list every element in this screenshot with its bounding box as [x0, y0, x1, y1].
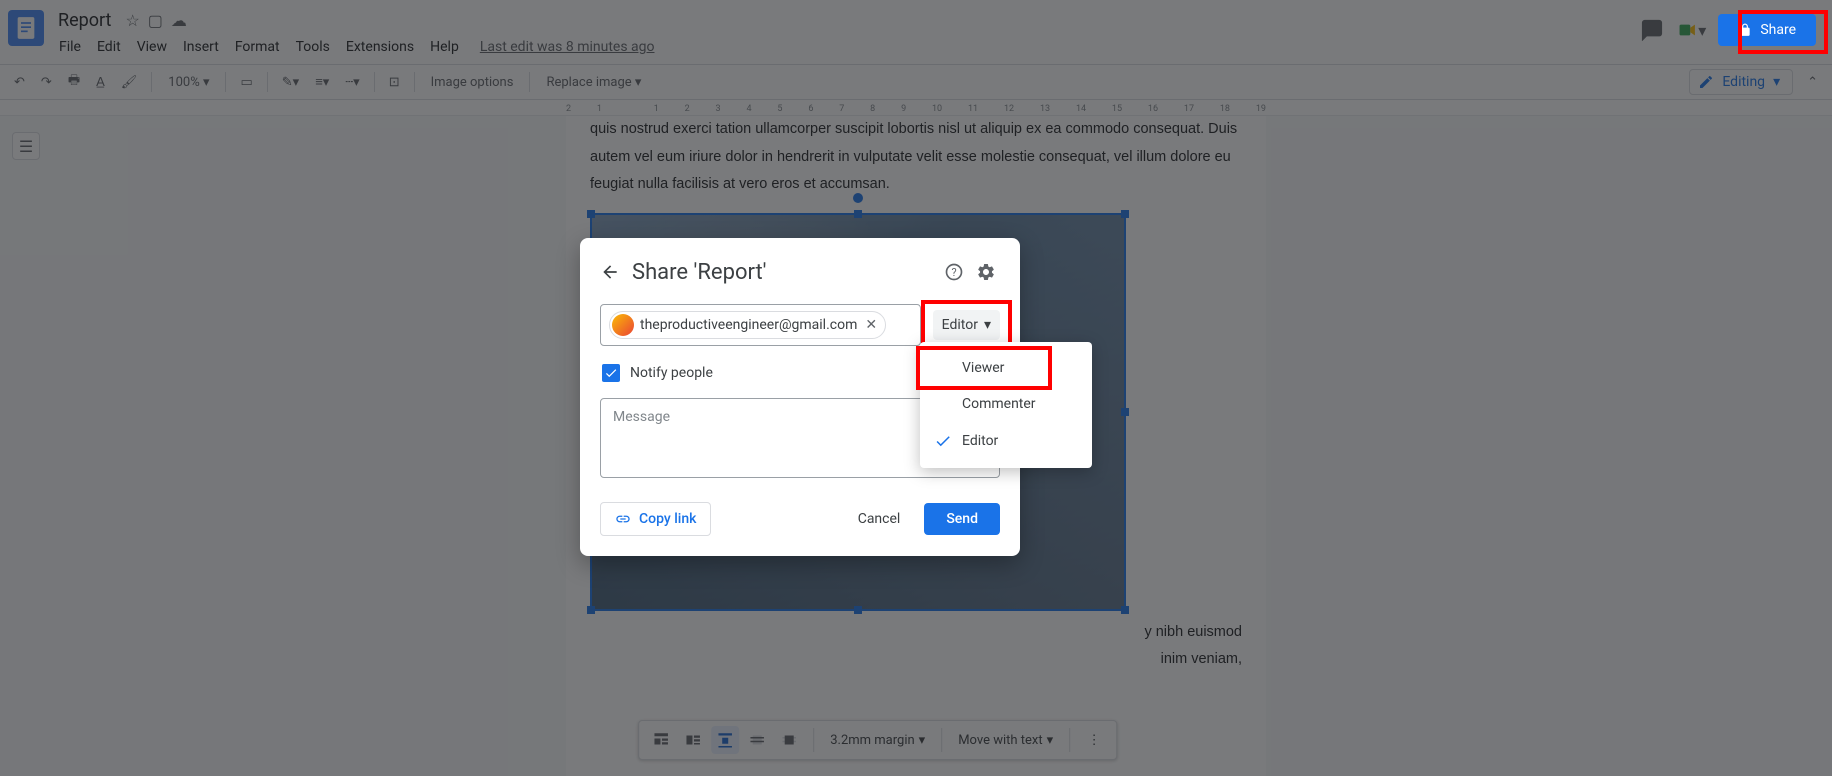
avatar: [612, 314, 634, 336]
comments-icon[interactable]: [1638, 16, 1666, 44]
menu-view[interactable]: View: [130, 35, 174, 59]
image-position-toolbar: 3.2mm margin ▾ Move with text ▾ ⋮: [638, 720, 1117, 760]
line-dash-icon[interactable]: ┄▾: [339, 71, 365, 94]
role-dropdown[interactable]: Editor ▾: [933, 310, 1000, 340]
border-icon[interactable]: ▭: [234, 71, 258, 94]
collapse-toolbar-icon[interactable]: ⌃: [1801, 71, 1824, 94]
inline-icon[interactable]: [647, 726, 675, 754]
last-edit-link[interactable]: Last edit was 8 minutes ago: [480, 39, 655, 55]
rotate-handle[interactable]: [853, 193, 863, 203]
notify-checkbox[interactable]: [602, 364, 620, 382]
image-options-button[interactable]: Image options: [423, 71, 522, 94]
menu-bar: File Edit View Insert Format Tools Exten…: [52, 35, 1638, 59]
menu-tools[interactable]: Tools: [289, 35, 337, 59]
role-option-commenter[interactable]: Commenter: [920, 386, 1092, 422]
send-button[interactable]: Send: [924, 503, 1000, 535]
chevron-down-icon: ▾: [984, 317, 991, 333]
margin-dropdown[interactable]: 3.2mm margin ▾: [824, 733, 931, 748]
editing-mode-dropdown[interactable]: Editing ▾: [1689, 69, 1793, 95]
replace-image-button[interactable]: Replace image ▾: [538, 71, 649, 94]
front-text-icon[interactable]: [775, 726, 803, 754]
pen-icon[interactable]: ✎▾: [276, 71, 305, 94]
role-option-viewer[interactable]: Viewer: [920, 350, 1092, 386]
menu-help[interactable]: Help: [423, 35, 466, 59]
move-icon[interactable]: ▢: [148, 11, 163, 30]
wrap-left-icon[interactable]: [679, 726, 707, 754]
spellcheck-icon[interactable]: A̲: [90, 70, 111, 94]
resize-handle[interactable]: [854, 210, 862, 218]
back-icon[interactable]: [596, 258, 624, 286]
menu-format[interactable]: Format: [228, 35, 287, 59]
resize-handle[interactable]: [1121, 606, 1129, 614]
menu-edit[interactable]: Edit: [90, 35, 128, 59]
menu-insert[interactable]: Insert: [176, 35, 226, 59]
zoom-dropdown[interactable]: 100% ▾: [160, 71, 217, 94]
more-options-icon[interactable]: ⋮: [1080, 726, 1108, 754]
meet-icon[interactable]: ▾: [1678, 16, 1706, 44]
crop-icon[interactable]: ⊡: [383, 71, 406, 94]
share-button[interactable]: Share: [1718, 14, 1816, 46]
resize-handle[interactable]: [587, 210, 595, 218]
cloud-icon[interactable]: ☁: [171, 11, 187, 30]
resize-handle[interactable]: [1121, 210, 1129, 218]
resize-handle[interactable]: [1121, 408, 1129, 416]
star-icon[interactable]: ☆: [125, 11, 139, 30]
dialog-title: Share 'Report': [632, 260, 936, 285]
person-chip[interactable]: theproductiveengineer@gmail.com ✕: [609, 311, 886, 339]
svg-text:?: ?: [951, 266, 956, 279]
print-icon[interactable]: 🖶: [62, 67, 86, 97]
body-fragment: y nibh euismod: [590, 619, 1242, 647]
body-fragment: inim veniam,: [590, 646, 1242, 674]
undo-icon[interactable]: ↶: [8, 71, 31, 94]
paint-format-icon[interactable]: 🖌: [115, 71, 144, 94]
move-with-text-dropdown[interactable]: Move with text ▾: [952, 733, 1059, 748]
docs-app-icon[interactable]: [8, 10, 44, 46]
behind-text-icon[interactable]: [743, 726, 771, 754]
cancel-button[interactable]: Cancel: [846, 503, 913, 535]
check-icon: [934, 432, 958, 450]
remove-chip-icon[interactable]: ✕: [863, 317, 879, 333]
people-input[interactable]: theproductiveengineer@gmail.com ✕: [600, 304, 921, 346]
role-option-editor[interactable]: Editor: [920, 422, 1092, 460]
wrap-break-icon[interactable]: [711, 726, 739, 754]
resize-handle[interactable]: [854, 606, 862, 614]
document-title[interactable]: Report: [52, 8, 117, 33]
menu-extensions[interactable]: Extensions: [339, 35, 421, 59]
body-paragraph: quis nostrud exerci tation ullamcorper s…: [590, 116, 1242, 199]
ruler[interactable]: 2112345678910111213141516171819: [0, 100, 1832, 116]
resize-handle[interactable]: [587, 606, 595, 614]
chip-email: theproductiveengineer@gmail.com: [640, 317, 857, 333]
share-label: Share: [1760, 22, 1796, 38]
settings-icon[interactable]: [972, 258, 1000, 286]
message-placeholder: Message: [613, 409, 670, 425]
role-dropdown-menu: Viewer Commenter Editor: [920, 342, 1092, 468]
redo-icon[interactable]: ↷: [35, 71, 58, 94]
copy-link-button[interactable]: Copy link: [600, 502, 711, 536]
notify-label: Notify people: [630, 365, 713, 381]
outline-toggle-icon[interactable]: ☰: [12, 132, 40, 160]
line-weight-icon[interactable]: ≡▾: [309, 70, 335, 94]
menu-file[interactable]: File: [52, 35, 88, 59]
help-icon[interactable]: ?: [940, 258, 968, 286]
